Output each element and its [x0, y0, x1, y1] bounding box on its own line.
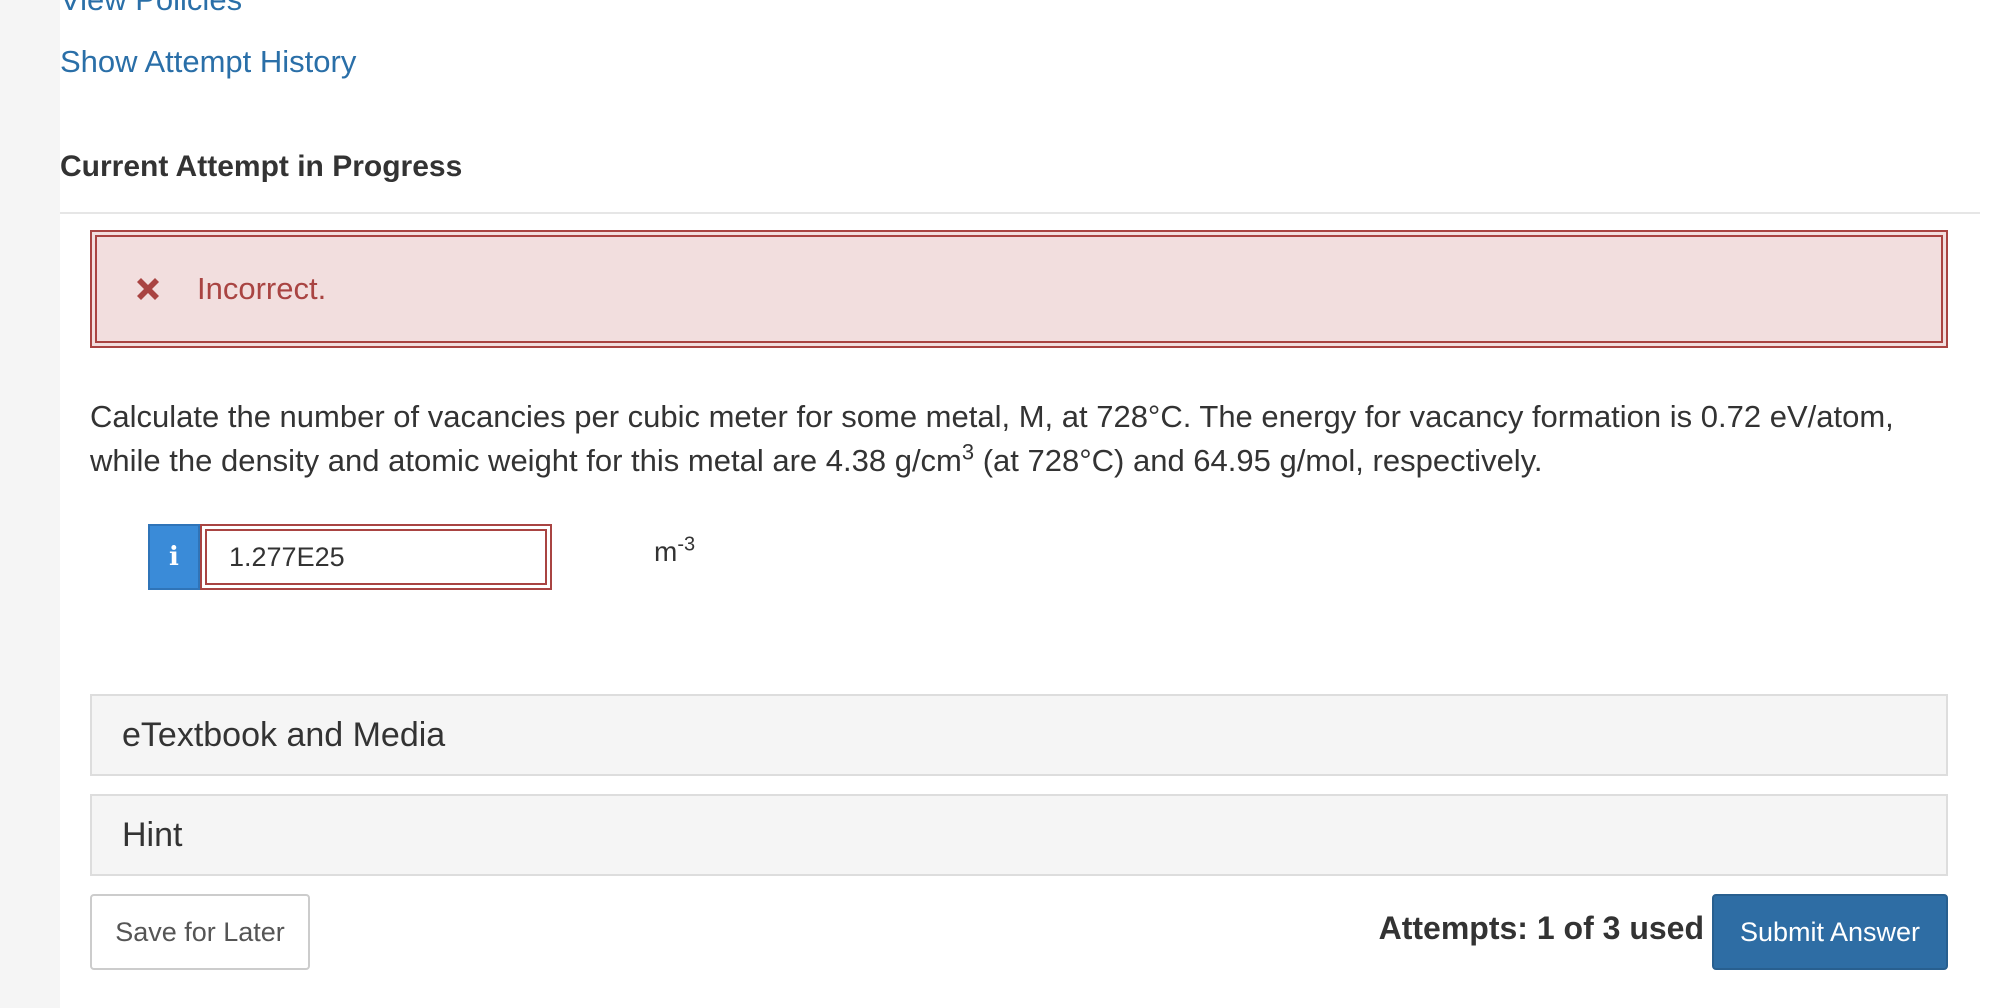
feedback-alert: Incorrect.: [90, 230, 1948, 348]
feedback-alert-inner: Incorrect.: [95, 235, 1943, 343]
etextbook-media-panel[interactable]: eTextbook and Media: [90, 694, 1948, 776]
question-line-1: Calculate the number of vacancies per cu…: [90, 399, 1894, 434]
show-attempt-history-link[interactable]: Show Attempt History: [60, 44, 356, 80]
info-icon[interactable]: i: [148, 524, 200, 590]
question-line-2: while the density and atomic weight for …: [90, 439, 1980, 483]
answer-field-wrapper: [200, 524, 552, 590]
answer-input[interactable]: [205, 529, 547, 585]
unit-base: m: [654, 536, 678, 567]
question-line-2-start: while the density and atomic weight for …: [90, 443, 962, 478]
section-title: Current Attempt in Progress: [60, 150, 463, 183]
question-line-2-end: (at 728°C) and 64.95 g/mol, respectively…: [974, 443, 1543, 478]
assignment-page: View Policies Show Attempt History Curre…: [60, 0, 1990, 1008]
question-text: Calculate the number of vacancies per cu…: [90, 395, 1980, 483]
attempts-counter: Attempts: 1 of 3 used: [1378, 910, 1704, 946]
view-policies-link[interactable]: View Policies: [60, 0, 242, 18]
hint-panel[interactable]: Hint: [90, 794, 1948, 876]
submit-answer-button[interactable]: Submit Answer: [1712, 894, 1948, 970]
unit-exponent: -3: [677, 533, 696, 556]
close-icon: [131, 272, 165, 306]
answer-unit: m-3: [654, 533, 696, 568]
save-for-later-button[interactable]: Save for Later: [90, 894, 310, 970]
feedback-text: Incorrect.: [197, 271, 327, 306]
question-exponent: 3: [961, 439, 975, 465]
answer-row: i: [148, 524, 552, 590]
section-divider: [60, 212, 1980, 214]
